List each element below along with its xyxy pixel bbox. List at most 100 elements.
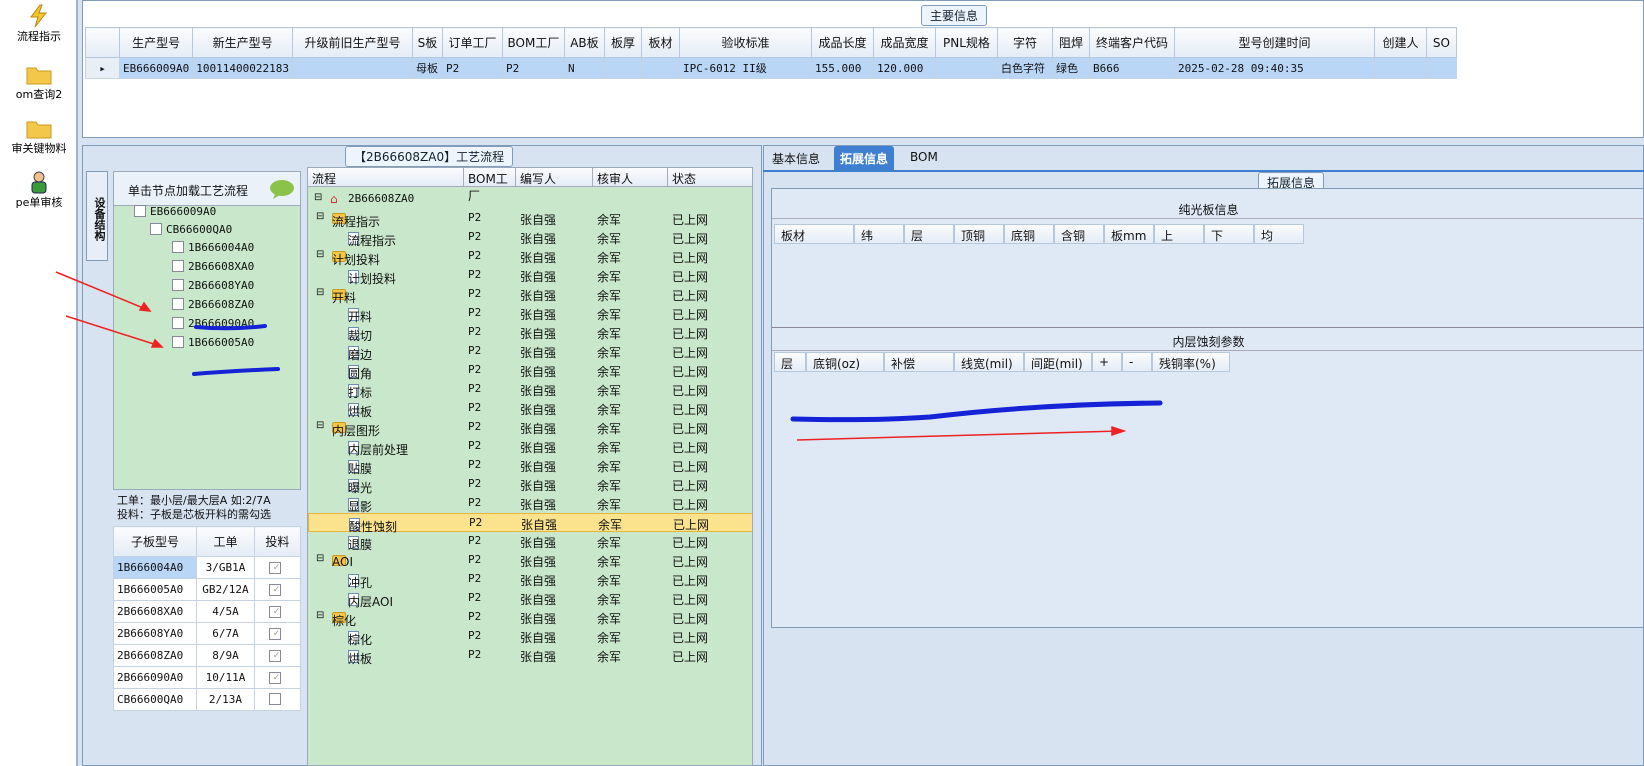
col-header[interactable]: 含铜 xyxy=(1054,224,1104,244)
table-cell[interactable]: 6/7A xyxy=(196,622,255,645)
col-header[interactable]: 纬 xyxy=(854,224,904,244)
table-cell[interactable] xyxy=(1425,57,1457,79)
table-cell[interactable]: IPC-6012 II级 xyxy=(678,57,812,79)
tree-node-leaf[interactable]: 2B66608XA0 xyxy=(172,260,254,273)
table-cell[interactable]: 4/5A xyxy=(196,600,255,623)
tree-node-leaf[interactable]: 2B66608YA0 xyxy=(172,279,254,292)
feed-checkbox[interactable] xyxy=(253,622,302,645)
col-header[interactable]: BOM工厂 xyxy=(501,27,565,58)
process-row[interactable]: ⊟ AOI P2 张自强 余军 已上网 xyxy=(308,551,752,570)
table-cell[interactable]: P2 xyxy=(501,57,565,79)
table-cell[interactable]: EB666009A0 xyxy=(118,57,194,79)
table-cell[interactable]: 3/GB1A xyxy=(196,556,255,579)
col-header[interactable]: 字符 xyxy=(996,27,1053,58)
process-row[interactable]: 内层前处理 P2 张自强 余军 已上网 xyxy=(308,437,752,457)
col-header[interactable]: 创建人 xyxy=(1373,27,1427,58)
process-row[interactable]: 显影 P2 张自强 余军 已上网 xyxy=(308,494,752,514)
collapse-icon[interactable]: ⊟ xyxy=(316,249,324,260)
table-cell[interactable]: 8/9A xyxy=(196,644,255,667)
col-header[interactable]: 下 xyxy=(1204,224,1254,244)
checkbox[interactable] xyxy=(269,606,282,618)
col-header[interactable]: 子板型号 xyxy=(112,526,198,557)
process-row[interactable]: 磨边 P2 张自强 余军 已上网 xyxy=(308,342,752,362)
feed-checkbox[interactable] xyxy=(253,688,302,711)
table-row[interactable]: 2B66608XA0 4/5A xyxy=(112,600,302,623)
table-row[interactable]: 2B666090A0 10/11A xyxy=(112,666,302,689)
col-header[interactable]: BOM工厂 xyxy=(464,168,516,203)
col-header[interactable]: S板 xyxy=(411,27,443,58)
col-header[interactable]: 型号创建时间 xyxy=(1173,27,1375,58)
launcher-item-flow[interactable]: 流程指示 xyxy=(0,4,78,44)
tree-node-root[interactable]: EB666009A0 xyxy=(134,205,216,218)
col-header[interactable]: + xyxy=(1092,352,1122,372)
checkbox[interactable] xyxy=(269,628,282,640)
process-row[interactable]: 圆角 P2 张自强 余军 已上网 xyxy=(308,361,752,381)
collapse-icon[interactable]: ⊟ xyxy=(316,553,324,564)
process-row[interactable]: ⊟ 计划投料 P2 张自强 余军 已上网 xyxy=(308,247,752,267)
col-header[interactable]: 成品宽度 xyxy=(872,27,936,58)
col-header[interactable]: 订单工厂 xyxy=(441,27,503,58)
collapse-icon[interactable]: ⊟ xyxy=(316,420,324,431)
col-header[interactable]: 验收标准 xyxy=(678,27,812,58)
table-row[interactable]: 2B66608YA0 6/7A xyxy=(112,622,302,645)
process-row[interactable]: 酸性蚀刻 P2 张自强 余军 已上网 xyxy=(308,513,752,534)
collapse-icon[interactable]: ⊟ xyxy=(314,192,322,203)
col-header[interactable]: 核审人 xyxy=(593,168,668,187)
process-row[interactable]: 烘板 P2 张自强 余军 已上网 xyxy=(308,646,752,666)
table-row[interactable]: 1B666004A0 3/GB1A xyxy=(112,556,302,579)
tree-node-child[interactable]: CB66600QA0 xyxy=(150,223,232,236)
table-cell[interactable]: 2B66608ZA0 xyxy=(112,644,198,667)
table-cell[interactable]: 155.000 xyxy=(810,57,874,79)
tree-node-leaf[interactable]: 1B666005A0 xyxy=(172,336,254,349)
feed-checkbox[interactable] xyxy=(253,556,302,579)
process-row[interactable]: 曝光 P2 张自强 余军 已上网 xyxy=(308,475,752,495)
process-row[interactable]: 贴膜 P2 张自强 余军 已上网 xyxy=(308,456,752,476)
col-header[interactable]: 底铜(oz) xyxy=(806,352,884,372)
process-row[interactable]: 退膜 P2 张自强 余军 已上网 xyxy=(308,532,752,552)
table-cell[interactable]: 母板 xyxy=(411,57,443,79)
launcher-item-bom-query[interactable]: om查询2 xyxy=(0,62,78,102)
tab-bom[interactable]: BOM xyxy=(904,146,944,170)
tab-extended-info[interactable]: 拓展信息 xyxy=(834,146,895,170)
tree-node-leaf[interactable]: 2B666090A0 xyxy=(172,317,254,330)
col-header[interactable]: AB板 xyxy=(563,27,605,58)
table-row[interactable]: 2B66608ZA0 8/9A xyxy=(112,644,302,667)
feed-checkbox[interactable] xyxy=(253,666,302,689)
checkbox[interactable] xyxy=(269,672,282,684)
process-row[interactable]: ⊟ 开料 P2 张自强 余军 已上网 xyxy=(308,285,752,305)
table-cell[interactable]: B666 xyxy=(1088,57,1175,79)
process-row[interactable]: 打标 P2 张自强 余军 已上网 xyxy=(308,380,752,400)
checkbox[interactable] xyxy=(269,693,282,705)
checkbox[interactable] xyxy=(269,650,282,662)
col-header[interactable]: 残铜率(%) xyxy=(1152,352,1230,372)
table-cell[interactable]: 1B666004A0 xyxy=(112,556,198,579)
col-header[interactable]: 升级前旧生产型号 xyxy=(291,27,413,58)
col-header[interactable]: 顶铜 xyxy=(954,224,1004,244)
side-tab-structure[interactable]: 设备结构 xyxy=(86,171,108,261)
collapse-icon[interactable]: ⊟ xyxy=(316,287,324,298)
col-header[interactable]: 投料 xyxy=(253,526,302,557)
table-cell[interactable]: 绿色 xyxy=(1051,57,1090,79)
feed-checkbox[interactable] xyxy=(253,644,302,667)
table-cell[interactable]: 10/11A xyxy=(196,666,255,689)
process-row[interactable]: 计划投料 P2 张自强 余军 已上网 xyxy=(308,266,752,286)
col-header[interactable]: 编写人 xyxy=(516,168,593,187)
table-row[interactable]: 1B666005A0 GB2/12A xyxy=(112,578,302,601)
table-cell[interactable]: 120.000 xyxy=(872,57,936,79)
table-cell[interactable]: 10011400022183 xyxy=(192,57,293,79)
process-row[interactable]: ⊟ 流程指示 P2 张自强 余军 已上网 xyxy=(308,209,752,229)
tab-basic-info[interactable]: 基本信息 xyxy=(766,146,826,170)
process-row[interactable]: 内层AOI P2 张自强 余军 已上网 xyxy=(308,589,752,609)
process-row[interactable]: ⊟ 内层图形 P2 张自强 余军 已上网 xyxy=(308,418,752,438)
launcher-item-key-material[interactable]: 审关键物料 xyxy=(0,116,78,156)
table-cell[interactable]: 2025-02-28 09:40:35 xyxy=(1173,57,1375,79)
col-header[interactable]: 终端客户代码 xyxy=(1088,27,1175,58)
collapse-icon[interactable]: ⊟ xyxy=(316,610,324,621)
col-header[interactable]: 状态 xyxy=(668,168,752,187)
process-row[interactable]: 棕化 P2 张自强 余军 已上网 xyxy=(308,627,752,647)
col-header[interactable]: 板材 xyxy=(774,224,854,244)
launcher-item-pe-review[interactable]: pe单审核 xyxy=(0,170,78,210)
col-header[interactable]: 层 xyxy=(904,224,954,244)
table-cell[interactable] xyxy=(291,57,413,79)
col-header[interactable]: 生产型号 xyxy=(118,27,194,58)
